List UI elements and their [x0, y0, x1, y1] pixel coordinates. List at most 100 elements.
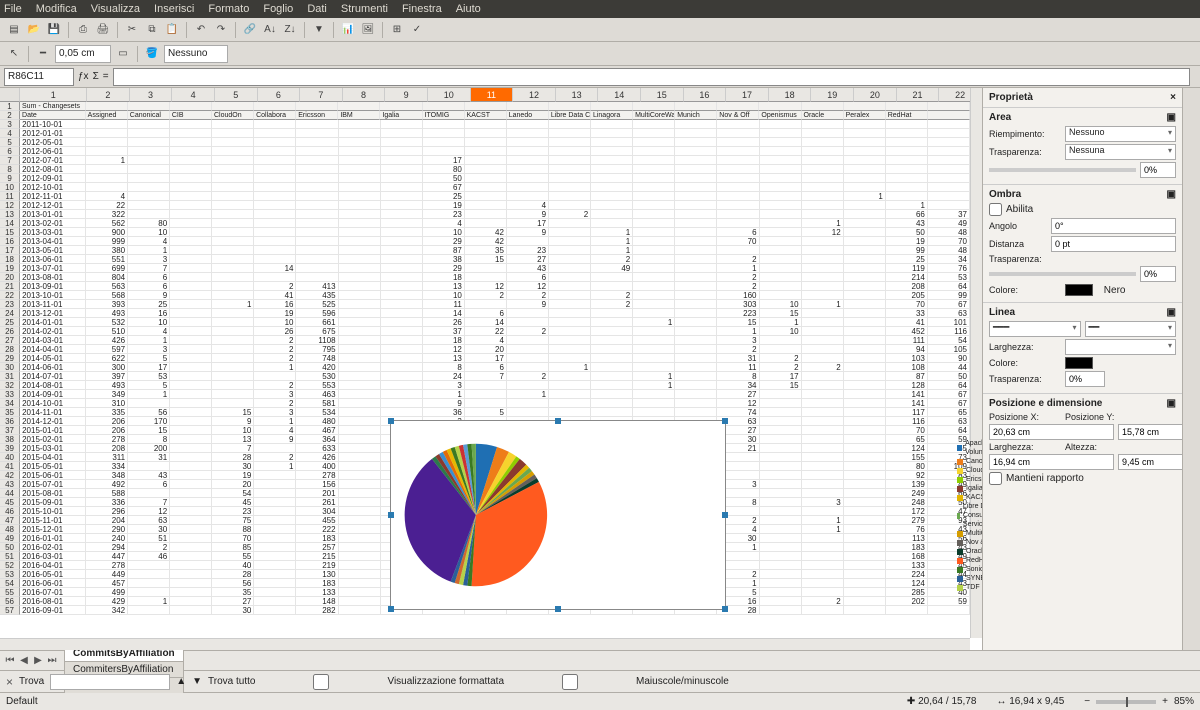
cell[interactable]	[844, 201, 886, 210]
cell[interactable]: 310	[86, 399, 128, 408]
cell[interactable]	[549, 138, 591, 147]
row-header[interactable]: 22	[0, 291, 20, 300]
cell[interactable]	[675, 147, 717, 156]
cell[interactable]	[760, 489, 802, 498]
cell[interactable]	[423, 147, 465, 156]
cell[interactable]	[760, 426, 802, 435]
cell[interactable]: 2013-01-01	[20, 210, 86, 219]
cell[interactable]: 294	[86, 543, 128, 552]
cell[interactable]	[591, 327, 633, 336]
cell[interactable]: 240	[86, 534, 128, 543]
row-header[interactable]: 34	[0, 399, 20, 408]
cell[interactable]	[381, 327, 423, 336]
cell[interactable]: 13	[423, 282, 465, 291]
cell[interactable]	[591, 192, 633, 201]
cell[interactable]	[254, 219, 296, 228]
cell[interactable]	[381, 129, 423, 138]
keep-ratio-checkbox[interactable]	[989, 472, 1002, 485]
cell[interactable]: 124	[886, 579, 928, 588]
cell[interactable]	[802, 399, 844, 408]
cell[interactable]	[465, 300, 507, 309]
cell[interactable]: 224	[886, 570, 928, 579]
cell[interactable]	[296, 138, 338, 147]
cell[interactable]	[675, 381, 717, 390]
cell[interactable]: 6	[128, 282, 170, 291]
cell[interactable]	[549, 102, 591, 111]
cell[interactable]	[591, 282, 633, 291]
col-header-19[interactable]: 19	[811, 88, 854, 102]
cell[interactable]	[675, 318, 717, 327]
cell[interactable]: 31	[128, 453, 170, 462]
cell[interactable]	[339, 579, 381, 588]
cell[interactable]	[844, 237, 886, 246]
cell[interactable]: 2012-01-01	[20, 129, 86, 138]
cell[interactable]	[170, 174, 212, 183]
cell[interactable]: 49	[928, 219, 970, 228]
cell[interactable]	[212, 336, 254, 345]
cell[interactable]: 2	[591, 291, 633, 300]
row-header[interactable]: 31	[0, 372, 20, 381]
cell[interactable]: 85	[212, 543, 254, 552]
cell[interactable]: 2016-09-01	[20, 606, 86, 615]
cell[interactable]	[128, 129, 170, 138]
cell[interactable]	[296, 129, 338, 138]
cell[interactable]	[760, 534, 802, 543]
sort-asc-icon[interactable]: A↓	[262, 22, 278, 38]
cell[interactable]	[760, 174, 802, 183]
cell[interactable]: 37	[423, 327, 465, 336]
shadow-color-swatch[interactable]	[1065, 284, 1093, 296]
cell[interactable]	[549, 273, 591, 282]
cell[interactable]	[339, 561, 381, 570]
cell[interactable]	[170, 507, 212, 516]
cell[interactable]: 6	[128, 273, 170, 282]
cell[interactable]: 15	[760, 381, 802, 390]
cell[interactable]: 88	[212, 525, 254, 534]
cell[interactable]: 2	[507, 372, 549, 381]
cell[interactable]	[254, 372, 296, 381]
cell[interactable]: 103	[886, 354, 928, 363]
line-width-field[interactable]: 0,05 cm	[55, 45, 111, 63]
col-header-4[interactable]: 4	[172, 88, 215, 102]
cell[interactable]: 17	[507, 219, 549, 228]
cell[interactable]: 56	[212, 579, 254, 588]
cell[interactable]: 204	[86, 516, 128, 525]
cell[interactable]	[381, 120, 423, 129]
cell[interactable]: 2014-06-01	[20, 363, 86, 372]
cell[interactable]: 130	[296, 570, 338, 579]
cell[interactable]	[844, 336, 886, 345]
cell[interactable]	[633, 273, 675, 282]
cell[interactable]: 87	[423, 246, 465, 255]
row-header[interactable]: 49	[0, 534, 20, 543]
cell[interactable]	[675, 282, 717, 291]
cell[interactable]	[886, 606, 928, 615]
cell[interactable]: 117	[886, 408, 928, 417]
line-transp[interactable]	[1065, 371, 1105, 387]
cell[interactable]	[339, 300, 381, 309]
cell[interactable]: 17	[128, 363, 170, 372]
cell[interactable]: 296	[86, 507, 128, 516]
cell[interactable]	[212, 318, 254, 327]
print-icon[interactable]: 🖨	[95, 22, 111, 38]
cell[interactable]: 25	[886, 255, 928, 264]
line-style-icon[interactable]: ━	[35, 46, 51, 62]
row-header[interactable]: 40	[0, 453, 20, 462]
cell[interactable]: 1	[128, 597, 170, 606]
cell[interactable]: 9	[507, 210, 549, 219]
cell[interactable]: 6	[465, 363, 507, 372]
cell[interactable]	[170, 219, 212, 228]
cell[interactable]	[170, 138, 212, 147]
row-header[interactable]: 55	[0, 588, 20, 597]
cell[interactable]	[170, 534, 212, 543]
cell[interactable]	[886, 165, 928, 174]
row-header[interactable]: 28	[0, 345, 20, 354]
cell[interactable]	[675, 336, 717, 345]
cell[interactable]	[675, 327, 717, 336]
cell[interactable]: 1	[591, 237, 633, 246]
cell[interactable]: 4	[86, 192, 128, 201]
cell[interactable]: 22	[86, 201, 128, 210]
cell[interactable]	[633, 102, 675, 111]
cell[interactable]	[633, 345, 675, 354]
cell[interactable]	[339, 489, 381, 498]
redo-icon[interactable]: ↷	[213, 22, 229, 38]
cell[interactable]	[591, 201, 633, 210]
